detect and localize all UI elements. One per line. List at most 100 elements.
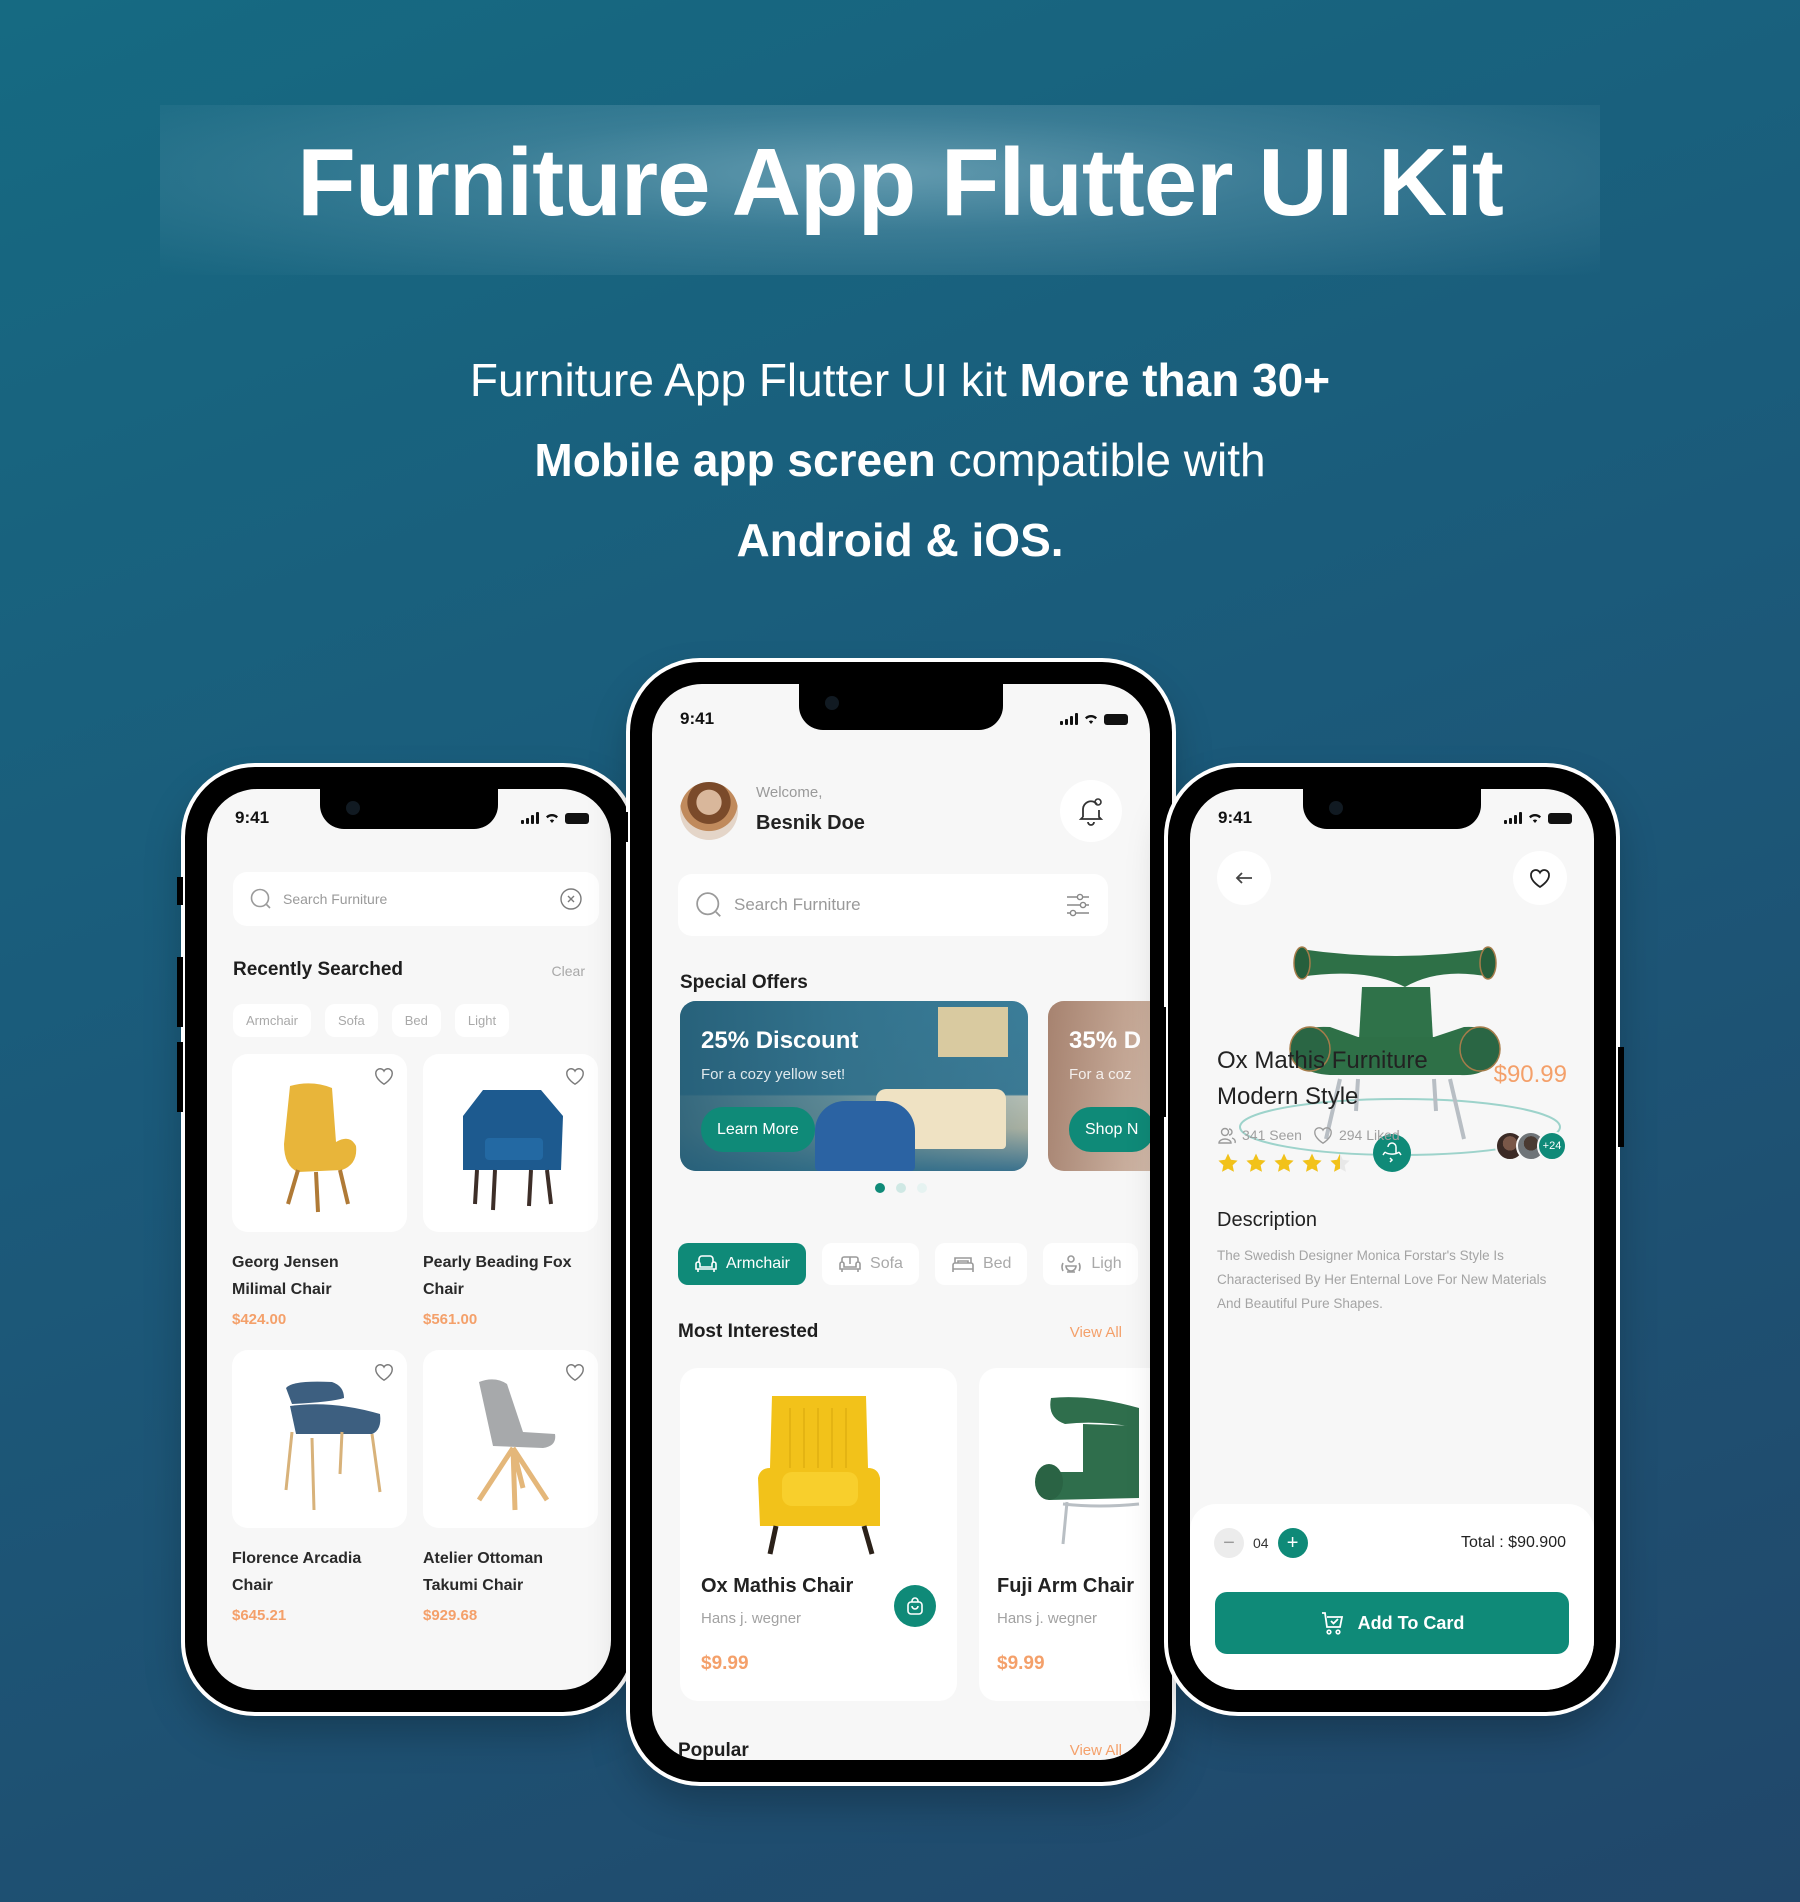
recent-chip[interactable]: Bed <box>391 1004 441 1037</box>
carousel-indicator <box>875 1183 927 1193</box>
most-interested-title: Most Interested <box>678 1321 819 1342</box>
heart-icon[interactable] <box>564 1066 586 1086</box>
quantity-value: 04 <box>1253 1535 1269 1551</box>
heart-icon[interactable] <box>373 1362 395 1382</box>
detail-screen: 9:41 Ox Mathis Furniture Modern Style $9… <box>1190 789 1594 1690</box>
phone-detail-screen: 9:41 Ox Mathis Furniture Modern Style $9… <box>1160 767 1624 1712</box>
wifi-icon <box>1529 814 1541 823</box>
user-avatar[interactable] <box>680 782 738 840</box>
view-all-link[interactable]: View All <box>1070 1324 1122 1341</box>
wifi-icon <box>546 814 558 823</box>
search-placeholder: Search Furniture <box>283 891 388 907</box>
product-card[interactable]: Atelier Ottoman Takumi Chair $929.68 <box>423 1350 598 1624</box>
special-offers-title: Special Offers <box>680 972 808 993</box>
back-button[interactable] <box>1217 851 1271 905</box>
carousel-dot-active[interactable] <box>875 1183 885 1193</box>
product-price: $9.99 <box>997 1653 1045 1674</box>
carousel-dot[interactable] <box>896 1183 906 1193</box>
clear-button[interactable]: Clear <box>552 963 585 979</box>
phone-volume-button <box>177 957 183 1027</box>
notification-button[interactable] <box>1060 780 1122 842</box>
signal-icon <box>1060 713 1078 725</box>
product-card[interactable]: Pearly Beading Fox Chair $561.00 <box>423 1054 598 1328</box>
phone-home-screen: 9:41 Welcome, Besnik Doe Search Furnitur… <box>622 662 1180 1782</box>
battery-icon <box>1548 812 1572 824</box>
signal-icon <box>1504 812 1522 824</box>
liked-by-avatars: +24 <box>1495 1131 1567 1161</box>
recently-searched-title: Recently Searched <box>233 959 404 980</box>
phone-volume-button <box>177 1042 183 1112</box>
filter-sliders-icon[interactable] <box>1064 891 1092 919</box>
product-image <box>423 1054 598 1232</box>
clear-circle-icon[interactable] <box>559 887 583 911</box>
armchair-icon <box>695 1255 717 1272</box>
product-card[interactable]: Florence Arcadia Chair $645.21 <box>232 1350 407 1624</box>
signal-icon <box>521 812 539 824</box>
home-screen: 9:41 Welcome, Besnik Doe Search Furnitur… <box>652 684 1150 1760</box>
offer-subtext: For a coz <box>1069 1066 1132 1083</box>
recent-chip[interactable]: Light <box>454 1004 510 1037</box>
status-time: 9:41 <box>680 709 715 728</box>
recent-chips: Armchair Sofa Bed Light <box>233 1004 510 1037</box>
offer-card[interactable]: 35% D For a coz Shop N <box>1048 1001 1150 1171</box>
heart-icon[interactable] <box>373 1066 395 1086</box>
product-image <box>423 1350 598 1528</box>
phone-volume-button <box>1160 1007 1166 1117</box>
search-input[interactable]: Search Furniture <box>233 872 599 926</box>
category-tab-sofa[interactable]: Sofa <box>822 1243 919 1285</box>
product-name: Fuji Arm Chair <box>997 1575 1135 1597</box>
product-price: $645.21 <box>232 1607 287 1624</box>
recent-chip[interactable]: Armchair <box>233 1004 312 1037</box>
product-card[interactable]: Ox Mathis Chair Hans j. wegner $9.99 <box>680 1368 957 1701</box>
offer-headline: 35% D <box>1069 1027 1142 1054</box>
decrease-button[interactable]: − <box>1214 1528 1244 1558</box>
product-price: $424.00 <box>232 1311 287 1328</box>
shop-now-button[interactable]: Shop N <box>1069 1107 1150 1152</box>
view-all-link[interactable]: View All <box>1070 1742 1122 1759</box>
increase-button[interactable]: + <box>1277 1528 1308 1558</box>
offer-card[interactable]: 25% Discount For a cozy yellow set! Lear… <box>680 1001 1028 1171</box>
category-tab-bed[interactable]: Bed <box>934 1243 1028 1285</box>
subtitle-text: compatible with <box>935 434 1266 486</box>
product-card[interactable]: Fuji Arm Chair Hans j. wegner $9.99 <box>979 1368 1150 1701</box>
add-to-cart-button[interactable]: Add To Card <box>1215 1592 1569 1654</box>
search-screen: 9:41 Search Furniture Recently Searched … <box>207 789 611 1690</box>
seen-count: 341 Seen <box>1217 1125 1302 1145</box>
category-tab-armchair[interactable]: Armchair <box>678 1243 807 1285</box>
category-tab-light[interactable]: Ligh <box>1043 1243 1138 1285</box>
product-price: $929.68 <box>423 1607 478 1624</box>
carousel-dot[interactable] <box>917 1183 927 1193</box>
total-price: Total : $90.900 <box>1461 1534 1566 1551</box>
checkout-bar: − 04 + Total : $90.900 Add To Card <box>1190 1504 1594 1690</box>
subtitle-bold: Mobile app screen <box>534 434 936 486</box>
heart-icon <box>1314 1127 1332 1144</box>
product-card[interactable]: Georg Jensen Milimal Chair $424.00 <box>232 1054 407 1328</box>
search-input[interactable]: Search Furniture <box>678 874 1108 936</box>
bed-icon <box>952 1257 974 1272</box>
product-designer: Hans j. wegner <box>701 1610 802 1627</box>
bell-icon <box>1078 798 1104 826</box>
phone-search-screen: 9:41 Search Furniture Recently Searched … <box>177 767 633 1712</box>
favorite-button[interactable] <box>1513 851 1567 905</box>
status-time: 9:41 <box>1218 808 1253 827</box>
lamp-icon <box>1061 1255 1082 1273</box>
status-bar: 9:41 <box>1218 807 1572 829</box>
status-bar: 9:41 <box>235 807 589 829</box>
recent-chip[interactable]: Sofa <box>325 1004 378 1037</box>
heart-icon[interactable] <box>564 1362 586 1382</box>
add-to-bag-button[interactable] <box>894 1585 936 1627</box>
offer-subtext: For a cozy yellow set! <box>701 1066 846 1083</box>
learn-more-button[interactable]: Learn More <box>701 1107 815 1152</box>
hero-subtitle: Furniture App Flutter UI kit More than 3… <box>0 340 1800 580</box>
star-icon <box>1218 1153 1238 1172</box>
description-text: The Swedish Designer Monica Forstar's St… <box>1217 1248 1547 1311</box>
product-designer: Hans j. wegner <box>997 1610 1098 1627</box>
subtitle-bold: More than 30+ <box>1019 354 1331 406</box>
subtitle-text: Furniture App Flutter UI kit <box>469 354 1020 406</box>
product-price: $90.99 <box>1493 1061 1567 1088</box>
product-price: $561.00 <box>423 1311 478 1328</box>
product-stats: 341 Seen 294 Liked <box>1217 1125 1400 1145</box>
liked-count: 294 Liked <box>1312 1125 1400 1145</box>
search-placeholder: Search Furniture <box>734 895 861 914</box>
star-icon <box>1330 1153 1350 1172</box>
